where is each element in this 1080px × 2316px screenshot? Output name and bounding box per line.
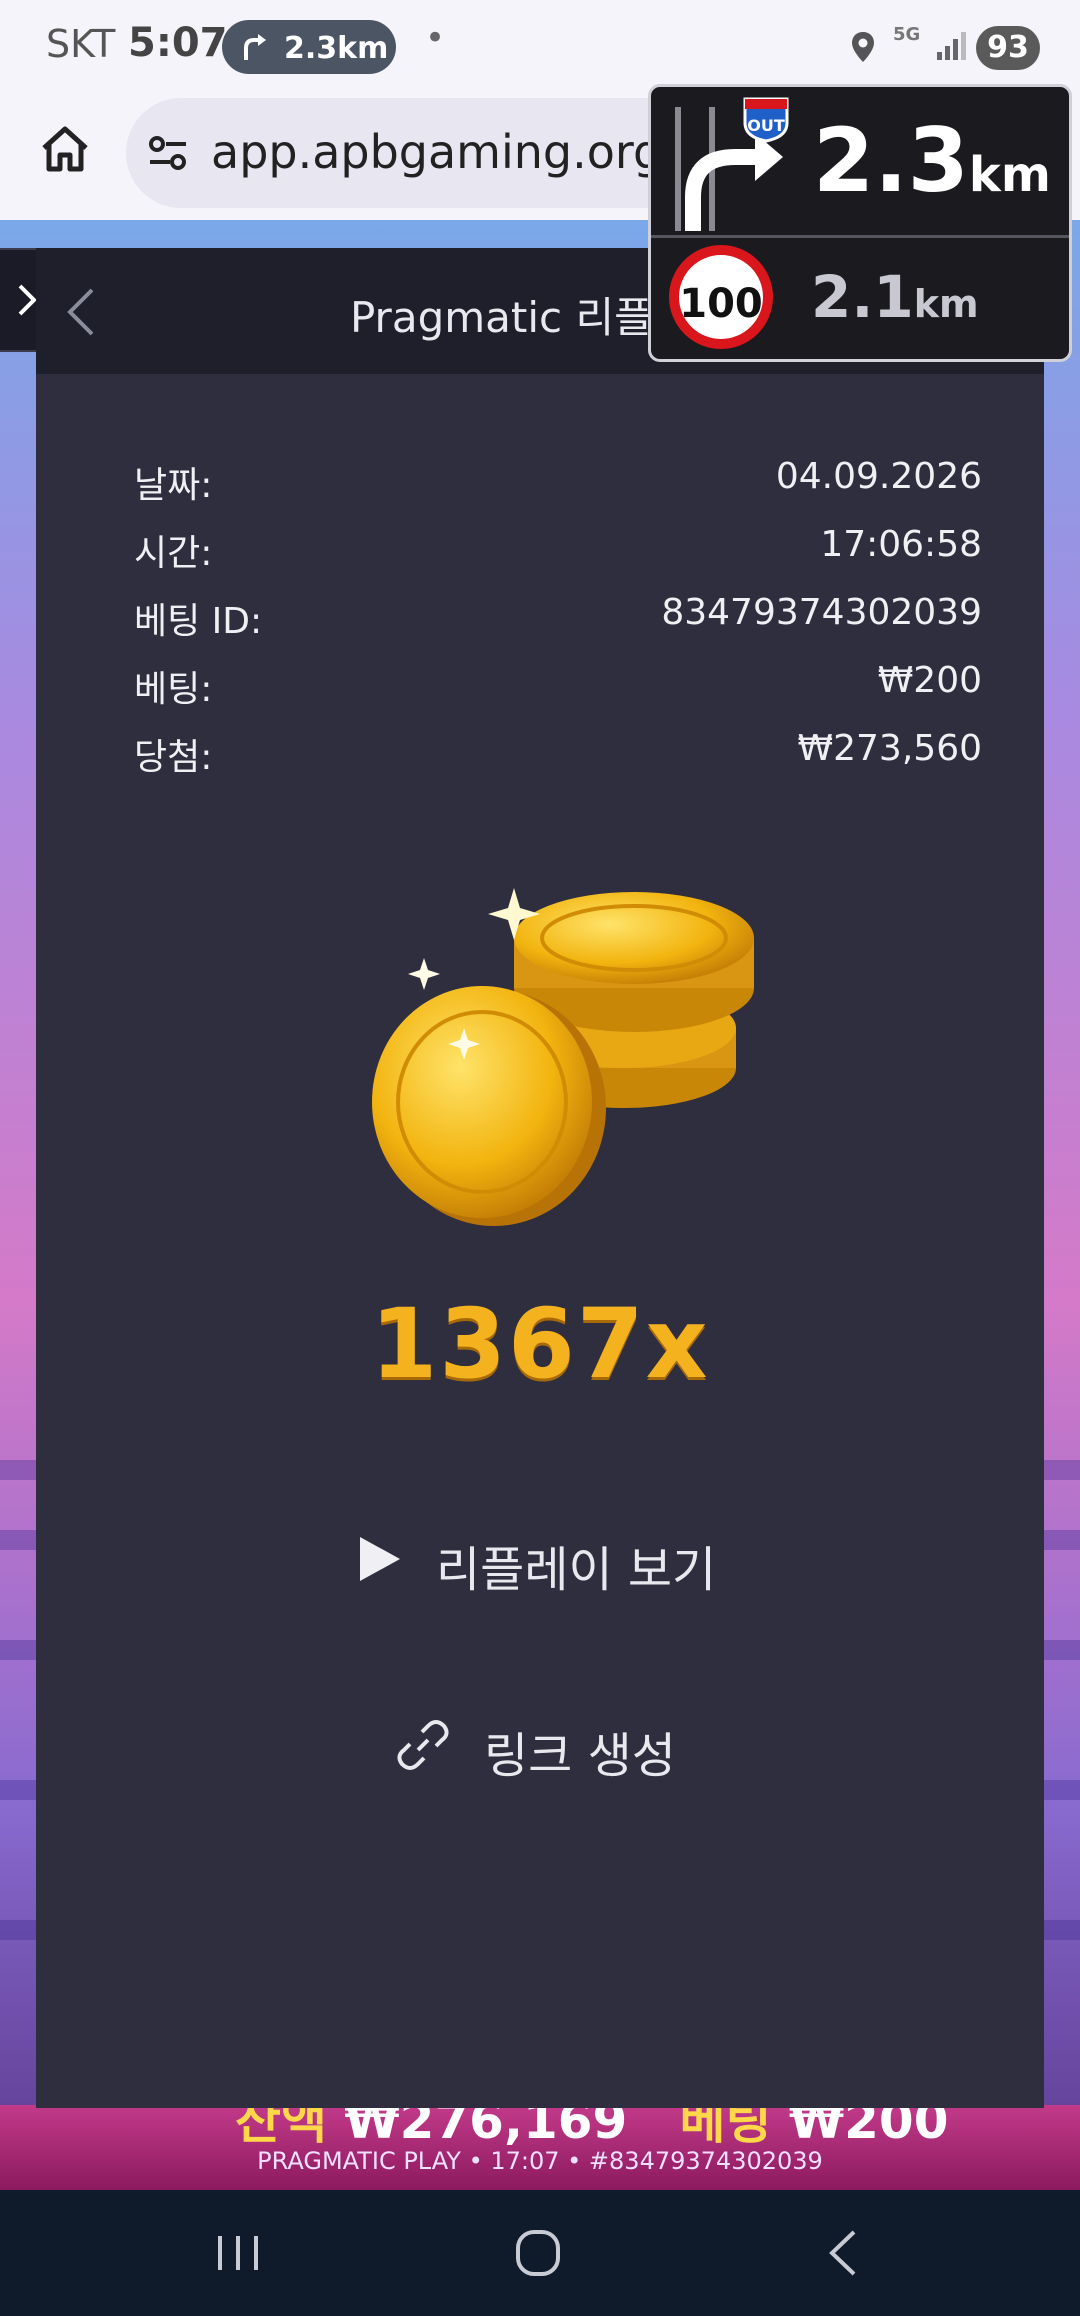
turn-right-icon xyxy=(244,34,266,60)
bet-label: 베팅 xyxy=(679,2105,772,2150)
detail-label: 당첨: xyxy=(134,737,213,778)
detail-row-bet: 베팅: ₩200 xyxy=(134,660,982,728)
bet-details: 날짜: 04.09.2026 시간: 17:06:58 베팅 ID: 83479… xyxy=(134,456,982,796)
detail-label: 베팅: xyxy=(134,669,213,710)
balance-value: ₩276,169 xyxy=(344,2105,628,2150)
create-link-label: 링크 생성 xyxy=(484,1728,676,1784)
navigation-overlay[interactable]: OUT 2.3km 100 2.1km xyxy=(648,84,1072,362)
provider-line: PRAGMATIC PLAY • 17:07 • #83479374302039 xyxy=(257,2147,823,2175)
signal-icon xyxy=(937,32,966,60)
win-multiplier: 1367x xyxy=(370,1288,710,1400)
create-link-button[interactable]: 링크 생성 xyxy=(36,1704,1044,1784)
detail-row-win: 당첨: ₩273,560 xyxy=(134,728,982,796)
balance-label: 잔액 xyxy=(235,2105,327,2150)
navigation-chip-distance: 2.3km xyxy=(284,31,389,66)
carrier-label: SKT xyxy=(46,22,116,66)
detail-value: 17:06:58 xyxy=(820,524,982,565)
exit-ramp-icon: OUT xyxy=(675,97,789,231)
detail-value: 83479374302039 xyxy=(661,592,982,633)
network-type: 5G xyxy=(893,24,921,45)
detail-value: ₩273,560 xyxy=(797,728,982,769)
detail-label: 베팅 ID: xyxy=(134,601,263,642)
exit-badge-text: OUT xyxy=(747,116,785,135)
back-button-icon[interactable] xyxy=(814,2228,874,2278)
site-settings-icon[interactable] xyxy=(148,136,188,170)
game-balance-line: 잔액 ₩276,169 베팅 ₩200 xyxy=(235,2105,949,2153)
detail-row-time: 시간: 17:06:58 xyxy=(134,524,982,592)
detail-value: ₩200 xyxy=(877,660,982,701)
next-turn-distance-unit: km xyxy=(968,147,1051,203)
game-footer: 잔액 ₩276,169 베팅 ₩200 PRAGMATIC PLAY • 17:… xyxy=(0,2105,1080,2190)
link-icon xyxy=(397,1720,449,1770)
home-button-icon[interactable] xyxy=(508,2228,568,2278)
next-turn-distance: 2.3km xyxy=(813,109,1051,212)
detail-row-date: 날짜: 04.09.2026 xyxy=(134,456,982,524)
system-navigation-bar xyxy=(0,2190,1080,2316)
speed-camera-distance-unit: km xyxy=(913,282,979,326)
detail-value: 04.09.2026 xyxy=(775,456,982,497)
location-icon xyxy=(852,32,874,62)
recent-apps-icon[interactable] xyxy=(208,2228,268,2278)
watch-replay-button[interactable]: 리플레이 보기 xyxy=(36,1518,1044,1598)
speed-camera-distance-value: 2.1 xyxy=(811,263,914,331)
detail-label: 날짜: xyxy=(134,465,213,506)
watch-replay-label: 리플레이 보기 xyxy=(436,1542,717,1598)
url-text[interactable]: app.apbgaming.org/ xyxy=(211,125,678,179)
battery-indicator: 93 xyxy=(976,26,1040,70)
speed-limit-value: 100 xyxy=(679,281,763,327)
gold-coins-icon xyxy=(372,888,754,1226)
overlay-divider xyxy=(651,235,1069,238)
notification-dot: • xyxy=(425,18,446,58)
next-turn-panel: OUT 2.3km xyxy=(651,87,1069,235)
home-icon[interactable] xyxy=(38,122,92,176)
replay-modal: Pragmatic 리플레이 날짜: 04.09.2026 시간: 17:06:… xyxy=(36,248,1044,2108)
status-bar: SKT 5:07 2.3km • 5G 93 xyxy=(0,0,1080,90)
next-turn-distance-value: 2.3 xyxy=(813,109,969,212)
play-icon xyxy=(360,1537,400,1581)
detail-row-bet-id: 베팅 ID: 83479374302039 xyxy=(134,592,982,660)
speed-limit-sign: 100 xyxy=(669,245,773,349)
bet-value: ₩200 xyxy=(788,2105,949,2150)
navigation-chip[interactable]: 2.3km xyxy=(222,20,396,74)
clock: 5:07 xyxy=(128,20,228,66)
detail-label: 시간: xyxy=(134,533,213,574)
speed-camera-distance: 2.1km xyxy=(811,263,979,331)
